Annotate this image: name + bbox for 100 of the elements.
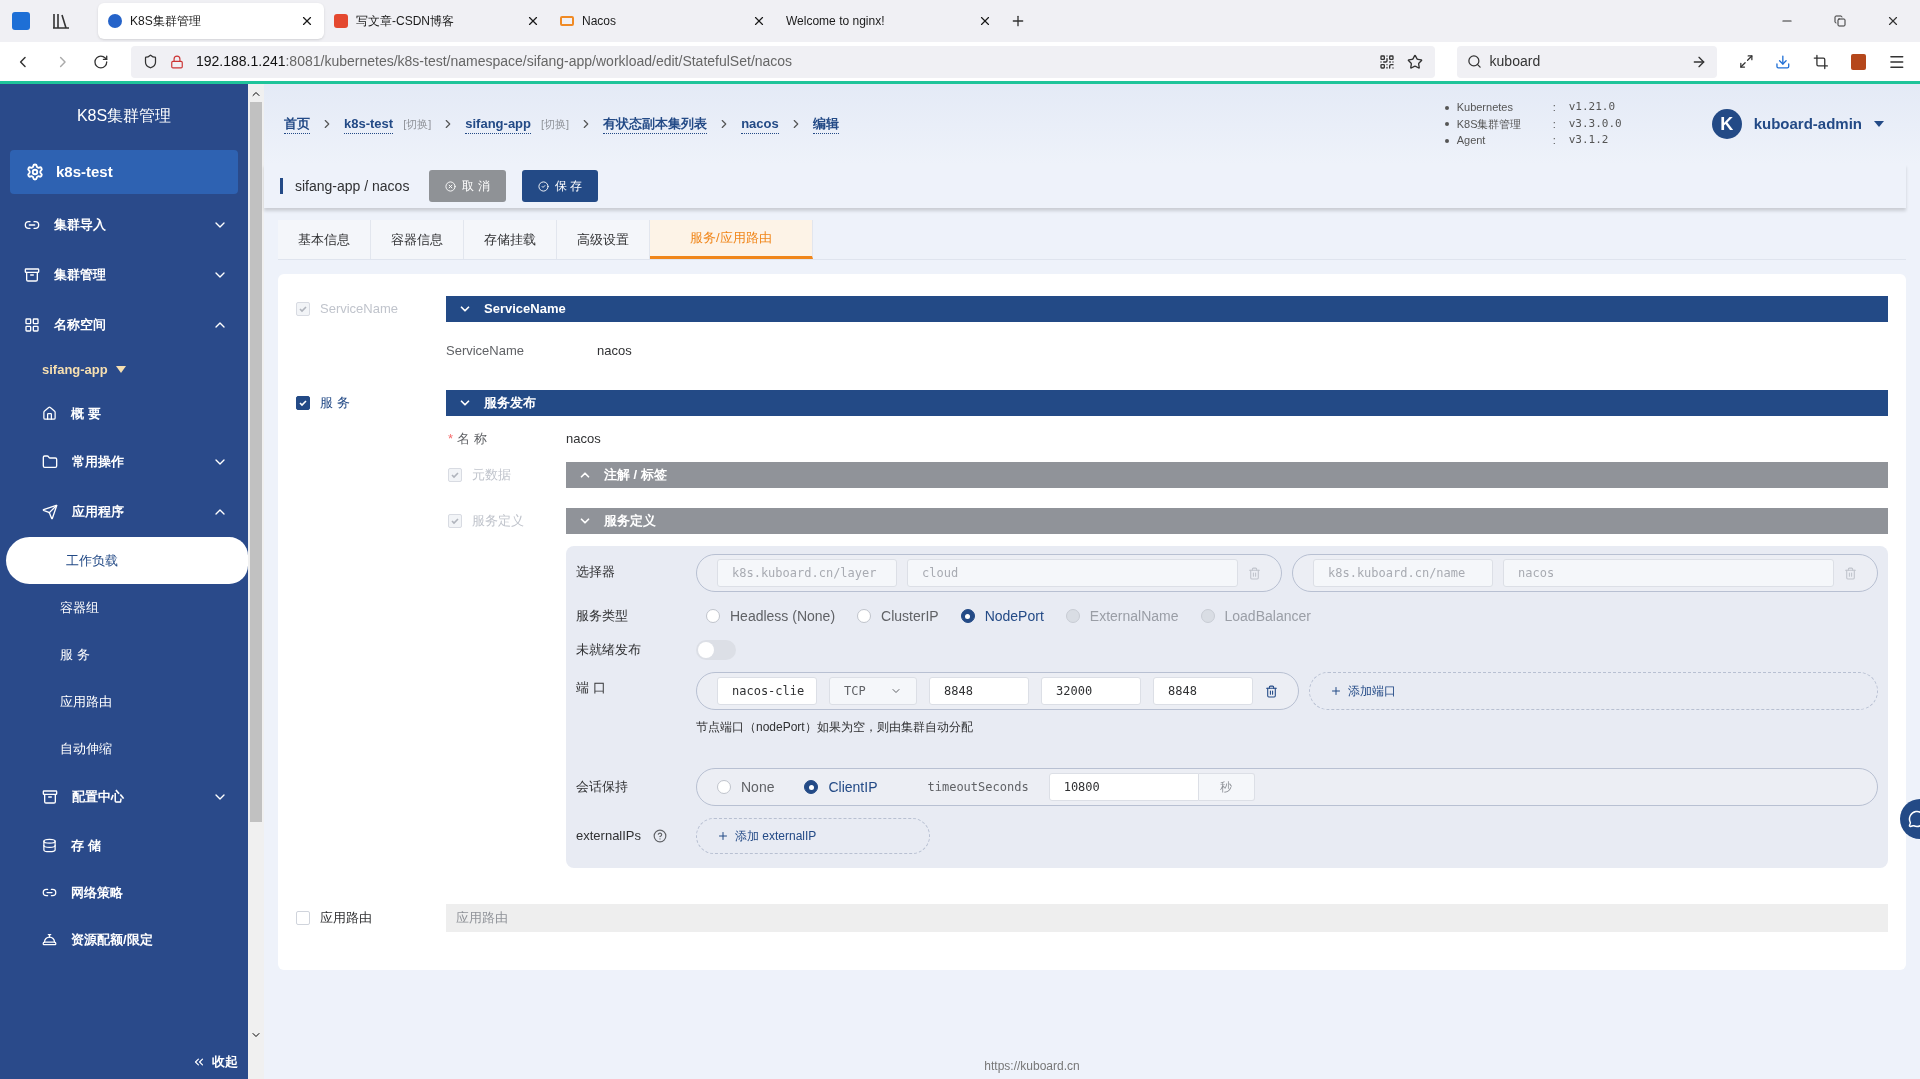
sidebar-group[interactable]: 常用操作 (0, 437, 248, 487)
browser-tab[interactable]: K8S集群管理 (98, 3, 324, 39)
radio-label: LoadBalancer (1224, 606, 1311, 626)
page-title: sifang-app / nacos (295, 176, 410, 196)
input-field[interactable]: 8848 (929, 677, 1029, 705)
radio-button[interactable] (960, 609, 975, 623)
field-label: 会话保持 (576, 778, 629, 797)
radio-label: Headless (None) (730, 606, 836, 626)
toggle-switch[interactable] (696, 640, 736, 660)
sidebar-item[interactable]: 自动伸缩 (0, 725, 248, 772)
user-menu[interactable]: K kuboard-admin (1711, 109, 1884, 139)
sidebar-group[interactable]: 集群导入 (0, 200, 248, 250)
breadcrumb-link[interactable]: k8s-test (344, 113, 394, 135)
plus-icon (1330, 685, 1342, 697)
download-icon[interactable] (1775, 53, 1791, 70)
input-field[interactable]: nacos-clie (717, 677, 817, 705)
version-value: v3.1.2 (1568, 132, 1609, 149)
search-field[interactable]: kuboard (1456, 45, 1717, 78)
tab[interactable]: 存储挂载 (464, 220, 557, 259)
paper-plane-icon (42, 504, 58, 520)
sidebar-group[interactable]: 应用程序 (0, 487, 248, 537)
home-icon (42, 406, 57, 421)
tab[interactable]: 高级设置 (557, 220, 650, 259)
namespace-selector[interactable]: sifang-app (0, 350, 248, 390)
crop-icon[interactable] (1813, 53, 1829, 70)
k-logo-icon (108, 14, 122, 28)
tab[interactable]: 容器信息 (371, 220, 464, 259)
sidebar-item[interactable]: 网络策略 (0, 869, 248, 916)
close-icon[interactable] (526, 14, 540, 28)
sidebar-item[interactable]: 资源配额/限定 (0, 916, 248, 963)
field-value: nacos (566, 430, 601, 449)
radio-button[interactable] (804, 780, 819, 794)
breadcrumb-link[interactable]: sifang-app (465, 113, 531, 135)
input-field[interactable]: 8848 (1153, 677, 1253, 705)
check-icon (298, 304, 308, 314)
browser-tab[interactable]: Welcome to nginx! (776, 3, 1002, 39)
bookmark-star-icon[interactable] (1406, 53, 1423, 70)
section-header[interactable]: 服务发布 (446, 390, 1888, 416)
sidebar-item[interactable]: 应用路由 (0, 678, 248, 725)
database-icon (42, 838, 57, 853)
reload-icon[interactable] (93, 53, 109, 70)
sidebar-group[interactable]: 名称空间 (0, 300, 248, 350)
check-icon (298, 398, 308, 408)
version-label: K8S集群管理 (1456, 116, 1523, 132)
version-separator: : (1552, 133, 1557, 149)
breadcrumb-link[interactable]: 编辑 (812, 113, 839, 135)
field-label: 服务类型 (576, 607, 629, 626)
field-label: 名 称 (457, 430, 487, 449)
caret-icon (1874, 120, 1884, 128)
library-icon[interactable] (52, 13, 70, 29)
field-label: externalIPs (576, 827, 642, 846)
extension-icon[interactable] (1850, 53, 1867, 70)
collapse-button[interactable]: 收起 (0, 1045, 248, 1079)
gear-icon (26, 163, 44, 181)
timeout-field[interactable]: 10800 (1048, 773, 1199, 801)
hint-text: 节点端口（nodePort）如果为空，则由集群自动分配 (696, 719, 974, 736)
breadcrumb-link[interactable]: 有状态副本集列表 (603, 113, 708, 135)
sidebar-item[interactable]: 容器组 (0, 584, 248, 631)
sidebar-item[interactable]: 工作负载 (6, 537, 248, 584)
sidebar-item[interactable]: 概 要 (0, 390, 248, 437)
scrollbar-thumb[interactable] (250, 102, 262, 822)
new-tab-icon[interactable] (1010, 13, 1026, 29)
trash-icon[interactable] (1265, 684, 1278, 698)
checkbox[interactable] (296, 396, 310, 410)
tab[interactable]: 基本信息 (278, 220, 371, 259)
close-icon[interactable] (752, 14, 766, 28)
folder-icon (42, 454, 58, 470)
expand-icon[interactable] (1738, 54, 1754, 69)
version-value: v3.3.0.0 (1568, 115, 1622, 132)
field-label: 未就绪发布 (576, 641, 642, 660)
input-field[interactable]: 32000 (1041, 677, 1141, 705)
cluster-badge[interactable]: k8s-test (10, 150, 238, 194)
qr-code-icon[interactable] (1378, 53, 1395, 70)
check-icon (450, 516, 460, 526)
radio-label: None (741, 777, 775, 797)
version-separator: : (1552, 116, 1557, 132)
save-button[interactable]: 保 存 (521, 170, 599, 202)
browser-tab[interactable]: 写文章-CSDN博客 (324, 3, 550, 39)
caret-icon (115, 366, 126, 374)
sidebar-group[interactable]: 集群管理 (0, 250, 248, 300)
close-icon[interactable] (300, 14, 314, 28)
radio-label: ExternalName (1089, 606, 1179, 626)
sidebar-item[interactable]: 服 务 (0, 631, 248, 678)
checkbox-label: ServiceName (320, 300, 399, 319)
breadcrumb-link[interactable]: nacos (741, 113, 779, 135)
address-bar[interactable]: 192.188.1.241:8081/kubernetes/k8s-test/namespace/sifang-app/workload/edit/StatefulSet/nacos (130, 45, 1435, 78)
footer-link[interactable]: https://kuboard.cn (984, 1057, 1080, 1075)
bracket-logo-icon (560, 16, 574, 26)
close-icon[interactable] (1886, 14, 1900, 28)
protocol-select[interactable]: TCP (829, 677, 917, 705)
checkbox-label: 服 务 (320, 394, 350, 413)
sidebar-item[interactable]: 存 储 (0, 822, 248, 869)
radio-label: ClusterIP (881, 606, 939, 626)
restore-icon[interactable] (1834, 15, 1846, 27)
sidebar-group[interactable]: 配置中心 (0, 772, 248, 822)
browser-tab[interactable]: Nacos (550, 3, 776, 39)
help-icon[interactable] (653, 829, 668, 843)
tray-icon (42, 789, 58, 805)
breadcrumb-link[interactable]: 首页 (284, 113, 310, 135)
close-icon[interactable] (978, 14, 992, 28)
